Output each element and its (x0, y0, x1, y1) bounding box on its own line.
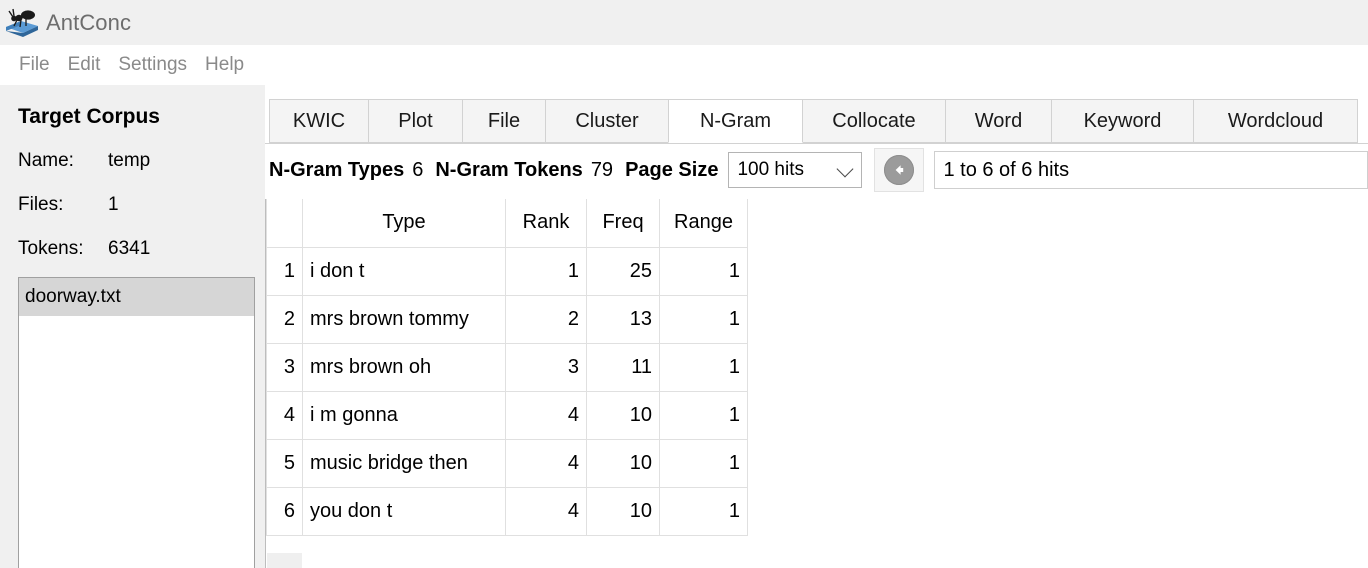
hits-range-field[interactable]: 1 to 6 of 6 hits (934, 151, 1368, 189)
panel-title: Target Corpus (18, 105, 160, 128)
page-size-label: Page Size (625, 158, 719, 181)
cell-type: i don t (302, 246, 506, 296)
cell-freq: 10 (586, 390, 660, 440)
corpus-files-row: Files: 1 (18, 194, 119, 216)
row-gutter-filler (267, 553, 302, 568)
table-row[interactable]: 6 you don t 4 10 1 (266, 486, 748, 536)
cell-range: 1 (659, 390, 748, 440)
cell-range: 1 (659, 294, 748, 344)
ngram-results-area[interactable]: Type Rank Freq Range 1 i don t 1 25 1 2 … (265, 199, 1368, 568)
row-index: 6 (266, 486, 303, 536)
menu-item-file[interactable]: File (10, 52, 59, 78)
previous-page-button[interactable] (874, 148, 925, 192)
row-index: 2 (266, 294, 303, 344)
row-index: 3 (266, 342, 303, 392)
menu-bar: File Edit Settings Help (0, 45, 1368, 85)
corpus-name-label: Name: (18, 150, 74, 171)
cell-rank: 4 (505, 486, 587, 536)
menu-item-settings[interactable]: Settings (109, 52, 196, 78)
tab-kwic[interactable]: KWIC (269, 99, 369, 143)
tab-cluster[interactable]: Cluster (545, 99, 669, 143)
table-header-row: Type Rank Freq Range (266, 199, 748, 248)
cell-range: 1 (659, 342, 748, 392)
row-index: 1 (266, 246, 303, 296)
cell-freq: 10 (586, 486, 660, 536)
antconc-window: AntConc File Edit Settings Help Target C… (0, 0, 1368, 568)
chevron-down-icon (836, 160, 854, 178)
cell-type: you don t (302, 486, 506, 536)
cell-type: mrs brown oh (302, 342, 506, 392)
target-corpus-panel: Target Corpus Name: temp Files: 1 Tokens… (0, 85, 265, 568)
corpus-files-label: Files: (18, 194, 64, 215)
title-bar: AntConc (0, 0, 1368, 45)
antconc-ant-book-icon (4, 6, 40, 40)
row-index: 5 (266, 438, 303, 488)
corpus-name-value: temp (108, 150, 151, 171)
cell-rank: 4 (505, 438, 587, 488)
corpus-files-value: 1 (108, 194, 119, 215)
menu-item-edit[interactable]: Edit (59, 52, 110, 78)
menu-item-help[interactable]: Help (196, 52, 253, 78)
column-header-type[interactable]: Type (302, 199, 506, 248)
tab-collocate[interactable]: Collocate (802, 99, 946, 143)
list-item[interactable]: doorway.txt (19, 278, 254, 316)
ngram-types-label: N-Gram Types (269, 158, 405, 181)
cell-freq: 13 (586, 294, 660, 344)
column-header-index (266, 199, 303, 248)
cell-type: music bridge then (302, 438, 506, 488)
cell-freq: 10 (586, 438, 660, 488)
cell-freq: 11 (586, 342, 660, 392)
column-header-range[interactable]: Range (659, 199, 748, 248)
tab-keyword[interactable]: Keyword (1051, 99, 1194, 143)
corpus-name-row: Name: temp (18, 150, 150, 172)
cell-type: mrs brown tommy (302, 294, 506, 344)
cell-rank: 4 (505, 390, 587, 440)
cell-range: 1 (659, 438, 748, 488)
page-size-value: 100 hits (737, 159, 804, 180)
row-index: 4 (266, 390, 303, 440)
table-row[interactable]: 2 mrs brown tommy 2 13 1 (266, 294, 748, 344)
tab-ngram[interactable]: N-Gram (668, 99, 803, 143)
cell-rank: 3 (505, 342, 587, 392)
column-header-freq[interactable]: Freq (586, 199, 660, 248)
corpus-tokens-row: Tokens: 6341 (18, 238, 150, 260)
ngram-toolbar: N-Gram Types 6 N-Gram Tokens 79 Page Siz… (265, 144, 1368, 196)
column-header-rank[interactable]: Rank (505, 199, 587, 248)
table-row[interactable]: 1 i don t 1 25 1 (266, 246, 748, 296)
corpus-tokens-label: Tokens: (18, 238, 84, 259)
cell-range: 1 (659, 486, 748, 536)
tab-wordcloud[interactable]: Wordcloud (1193, 99, 1358, 143)
tab-plot[interactable]: Plot (368, 99, 463, 143)
tab-bar: KWIC Plot File Cluster N-Gram Collocate … (265, 99, 1368, 144)
ngram-results-table: Type Rank Freq Range 1 i don t 1 25 1 2 … (266, 199, 748, 536)
page-size-select[interactable]: 100 hits (728, 152, 863, 188)
corpus-tokens-value: 6341 (108, 238, 151, 259)
file-list[interactable]: doorway.txt (18, 277, 255, 568)
cell-rank: 1 (505, 246, 587, 296)
ngram-tokens-value: 79 (590, 158, 614, 181)
tab-word[interactable]: Word (945, 99, 1052, 143)
cell-type: i m gonna (302, 390, 506, 440)
cell-freq: 25 (586, 246, 660, 296)
arrow-left-circle-icon (884, 155, 915, 185)
main-panel: KWIC Plot File Cluster N-Gram Collocate … (265, 85, 1368, 568)
ngram-types-value: 6 (412, 158, 424, 181)
cell-range: 1 (659, 246, 748, 296)
table-row[interactable]: 3 mrs brown oh 3 11 1 (266, 342, 748, 392)
ngram-tokens-label: N-Gram Tokens (435, 158, 583, 181)
app-title: AntConc (46, 9, 132, 35)
table-row[interactable]: 5 music bridge then 4 10 1 (266, 438, 748, 488)
cell-rank: 2 (505, 294, 587, 344)
tab-file[interactable]: File (462, 99, 546, 143)
table-row[interactable]: 4 i m gonna 4 10 1 (266, 390, 748, 440)
